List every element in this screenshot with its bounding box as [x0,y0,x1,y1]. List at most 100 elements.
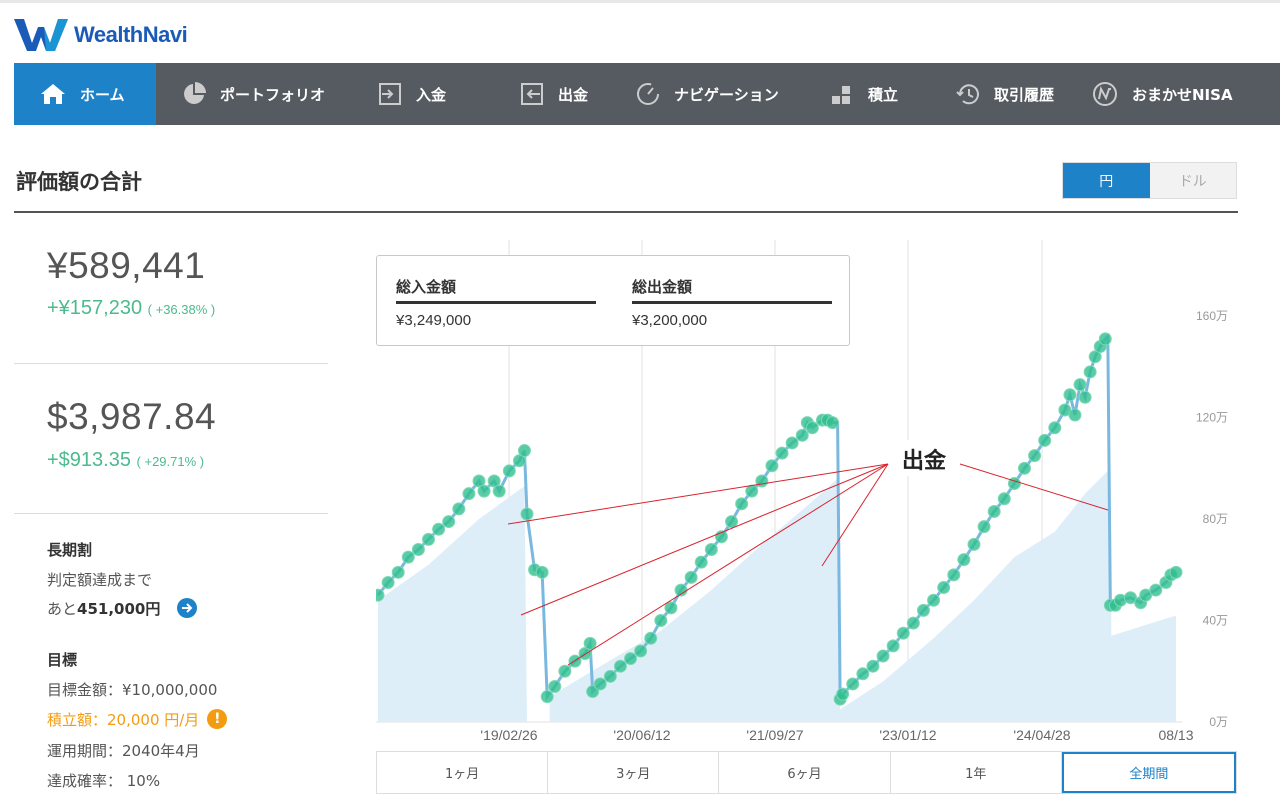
jpy-gain-amount: +¥157,230 [47,297,143,319]
valuation-point [644,631,658,645]
valuation-point [1028,449,1042,463]
valuation-point [947,568,961,582]
total-deposit-value: ¥3,249,000 [396,312,472,329]
total-withdraw-value: ¥3,200,000 [632,312,708,329]
nav-label: ホーム [80,85,125,104]
valuation-point [916,603,930,617]
long-term-desc: 判定額達成まで [47,571,153,589]
valuation-point [1017,461,1031,475]
valuation-point [593,677,607,691]
currency-usd-button[interactable]: ドル [1149,163,1236,198]
valuation-point [664,601,678,615]
valuation-point [432,522,446,536]
stack-icon [832,86,850,104]
nav-label: 積立 [868,85,899,104]
usd-gain-pct: ( +29.71% ) [136,454,205,469]
currency-toggle: 円 ドル [1062,162,1237,199]
valuation-point [540,690,554,704]
nav-item-tsumitate[interactable]: 積立 [806,63,930,125]
nav-label: 出金 [558,85,589,104]
period-3m-button[interactable]: 3ヶ月 [548,752,720,793]
valuation-point [886,639,900,653]
valuation-point [1068,408,1082,422]
jpy-gain: +¥157,230 ( +36.38% ) [47,297,215,320]
valuation-point [775,446,789,460]
total-withdraw: 総出金額 ¥3,200,000 [632,276,832,329]
y-tick-label: 40万 [1203,614,1228,628]
valuation-point [937,581,951,595]
nisa-icon [1093,82,1117,106]
annotation-label: 出金 [902,448,947,474]
main-nav: ホーム ポートフォリオ 入金 出金 ナビゲーション 積立 取引履歴 おまかせNI… [14,63,1280,125]
valuation-point [1073,378,1087,392]
brand-logo[interactable]: WealthNavi [14,17,188,53]
valuation-point [836,687,850,701]
valuation-point [684,570,698,584]
valuation-point [826,416,840,430]
period-all-button[interactable]: 全期間 [1061,752,1237,793]
goal-probability: 達成確率： 10% [47,772,161,790]
valuation-point [1169,565,1183,579]
valuation-point [957,553,971,567]
valuation-point [765,459,779,473]
x-tick-label: 08/13 [1158,727,1193,743]
valuation-point [1038,433,1052,447]
valuation-point [548,679,562,693]
page-title: 評価額の合計 [16,170,142,194]
period-1y-button[interactable]: 1年 [891,752,1062,793]
long-term-amount: 451,000円 [77,600,161,618]
long-term-title: 長期割 [47,541,93,559]
valuation-point [785,436,799,450]
nav-item-nisa[interactable]: おまかせNISA [1066,63,1238,125]
valuation-point [492,484,506,498]
valuation-point [805,421,819,435]
top-bar: WealthNavi [0,0,1280,63]
valuation-point [520,507,534,521]
title-divider [14,211,1238,213]
valuation-point [1098,332,1112,346]
nav-label: ポートフォリオ [220,85,326,104]
valuation-point [704,542,718,556]
valuation-point [535,565,549,579]
valuation-point [603,669,617,683]
valuation-point [442,515,456,529]
valuation-point [795,428,809,442]
x-tick-label: '23/01/12 [879,727,936,743]
long-term-remaining: あと451,000円 [47,597,198,620]
warning-icon[interactable]: ! [207,708,228,729]
valuation-point [997,492,1011,506]
x-tick-label: '24/04/28 [1013,727,1070,743]
valuation-point [391,565,405,579]
valuation-point [725,515,739,529]
valuation-point [558,664,572,678]
nav-item-portfolio[interactable]: ポートフォリオ [156,63,352,125]
nav-label: 入金 [416,85,447,104]
valuation-point [477,484,491,498]
valuation-point [624,652,638,666]
valuation-point [755,474,769,488]
pie-chart-icon [184,82,206,104]
nav-item-history[interactable]: 取引履歴 [930,63,1066,125]
valuation-point [613,659,627,673]
valuation-point [977,520,991,534]
valuation-point [517,444,531,458]
x-tick-label: '20/06/12 [613,727,670,743]
currency-yen-button[interactable]: 円 [1063,163,1150,198]
totals-box: 総入金額 ¥3,249,000 総出金額 ¥3,200,000 [376,255,850,346]
arrow-right-icon[interactable] [177,597,198,618]
valuation-point [401,550,415,564]
jpy-valuation: ¥589,441 [47,245,206,286]
nav-item-deposit[interactable]: 入金 [352,63,494,125]
nav-item-home[interactable]: ホーム [14,63,156,125]
valuation-point [422,532,436,546]
valuation-point [745,484,759,498]
valuation-point [654,614,668,628]
x-axis-ticks: '19/02/26 '20/06/12 '21/09/27 '23/01/12 '24/… [480,727,1193,743]
nav-item-withdraw[interactable]: 出金 [494,63,610,125]
period-1m-button[interactable]: 1ヶ月 [377,752,549,793]
period-6m-button[interactable]: 6ヶ月 [719,752,891,793]
valuation-point [866,659,880,673]
nav-item-navigation[interactable]: ナビゲーション [610,63,806,125]
y-tick-label: 120万 [1196,411,1228,425]
valuation-point [462,487,476,501]
